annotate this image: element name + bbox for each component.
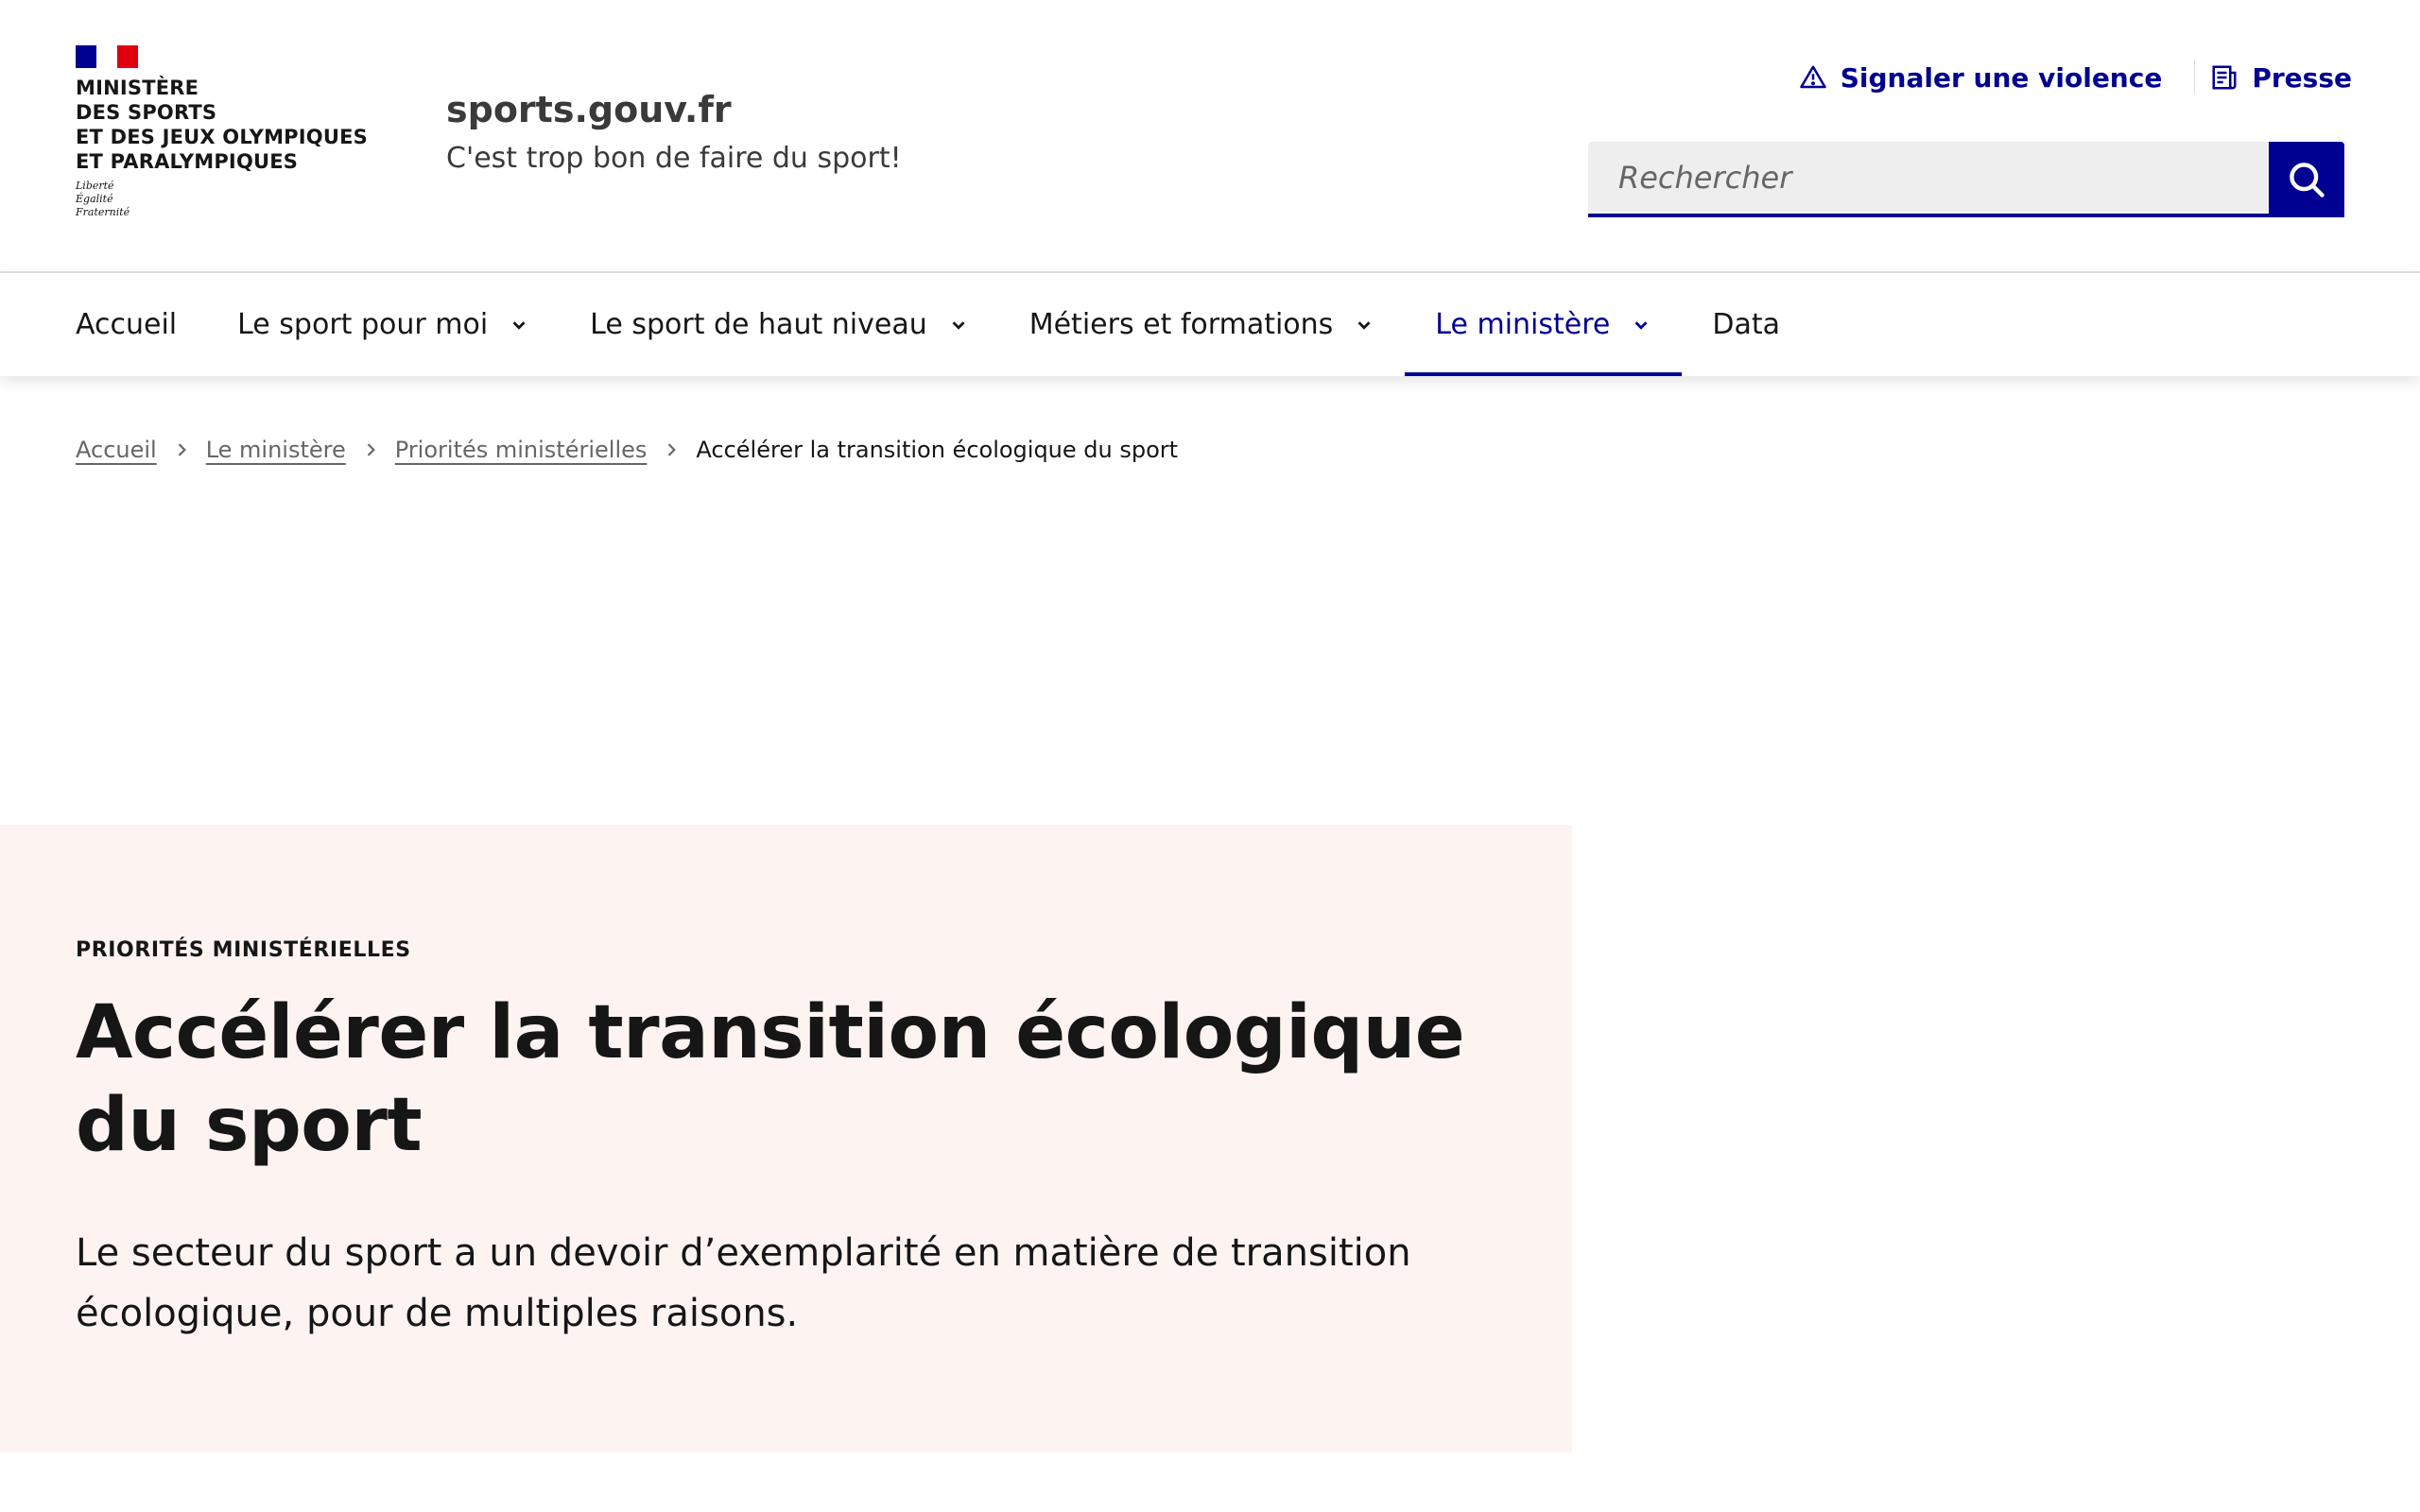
nav-item-le-sport-de-haut-niveau[interactable]: Le sport de haut niveau: [560, 273, 999, 376]
nav-item-label: Le sport pour moi: [237, 308, 489, 341]
chevron-right-icon: [668, 443, 677, 456]
site-header: Ministère des Sports et des Jeux Olympiq…: [0, 0, 2420, 271]
ministry-name-line: et Paralympiques: [76, 150, 299, 173]
search-input[interactable]: [1588, 142, 2269, 217]
report-violence-link[interactable]: Signaler une violence: [1799, 61, 2163, 94]
nav-item-label: Accueil: [76, 308, 178, 341]
motto-line: Liberté: [76, 180, 114, 192]
report-violence-label: Signaler une violence: [1840, 61, 2163, 94]
nav-item-metiers-et-formations[interactable]: Métiers et formations: [999, 273, 1406, 376]
chevron-down-icon: [952, 320, 965, 330]
header-tools: Signaler une violence Presse: [1799, 60, 2352, 94]
ministry-logo[interactable]: Ministère des Sports et des Jeux Olympiq…: [76, 45, 368, 219]
press-link[interactable]: Presse: [2210, 62, 2352, 94]
ministry-name-line: des Sports: [76, 101, 217, 124]
ministry-name-line: et des Jeux Olympiques: [76, 126, 368, 148]
chevron-down-icon: [1634, 320, 1648, 330]
breadcrumb-link-le-ministere[interactable]: Le ministère: [206, 437, 346, 463]
page-title: Accélérer la transition écologique du sp…: [76, 990, 1465, 1168]
nav-item-label: Métiers et formations: [1028, 308, 1334, 341]
site-tagline: C'est trop bon de faire du sport!: [446, 142, 902, 175]
main-navigation: Accueil Le sport pour moi Le sport de ha…: [0, 271, 2420, 376]
hero-content: Priorités ministérielles Accélérer la tr…: [76, 938, 1475, 1344]
warning-icon: [1800, 65, 1826, 89]
chevron-right-icon: [367, 443, 375, 456]
hero-eyebrow: Priorités ministérielles: [76, 938, 411, 962]
search-icon: [2290, 163, 2325, 198]
newspaper-icon: [2212, 65, 2237, 90]
search-button[interactable]: [2269, 142, 2344, 217]
republic-motto: Liberté Égalité Fraternité: [76, 180, 368, 219]
site-identity: sports.gouv.fr C'est trop bon de faire d…: [446, 87, 902, 176]
motto-line: Fraternité: [76, 206, 130, 218]
chevron-right-icon: [178, 443, 186, 456]
hero-lead: Le secteur du sport a un devoir d’exempl…: [76, 1231, 1411, 1335]
tools-divider: [2194, 60, 2196, 94]
motto-line: Égalité: [76, 193, 113, 205]
chevron-down-icon: [512, 320, 526, 330]
nav-item-accueil[interactable]: Accueil: [45, 273, 207, 376]
breadcrumb-current-page: Accélérer la transition écologique du sp…: [696, 437, 1179, 463]
ministry-name: Ministère des Sports et des Jeux Olympiq…: [76, 76, 368, 174]
breadcrumb-link-accueil[interactable]: Accueil: [76, 437, 157, 463]
nav-item-label: Le sport de haut niveau: [590, 308, 927, 341]
site-title[interactable]: sports.gouv.fr: [446, 87, 902, 132]
nav-item-le-ministere[interactable]: Le ministère: [1405, 273, 1683, 376]
search-bar: [1588, 142, 2344, 217]
press-label: Presse: [2252, 61, 2352, 94]
nav-item-label: Data: [1712, 308, 1781, 341]
breadcrumb-link-priorites-ministerielles[interactable]: Priorités ministérielles: [395, 437, 648, 463]
nav-item-label: Le ministère: [1435, 308, 1611, 341]
hero-banner: Priorités ministérielles Accélérer la tr…: [0, 825, 1572, 1452]
ministry-name-line: Ministère: [76, 77, 199, 99]
chevron-down-icon: [1357, 320, 1371, 330]
nav-item-le-sport-pour-moi[interactable]: Le sport pour moi: [207, 273, 560, 376]
nav-item-data[interactable]: Data: [1682, 273, 1810, 376]
breadcrumb: Accueil Le ministère Priorités ministéri…: [76, 437, 1178, 463]
marianne-flag-icon: [76, 45, 138, 68]
